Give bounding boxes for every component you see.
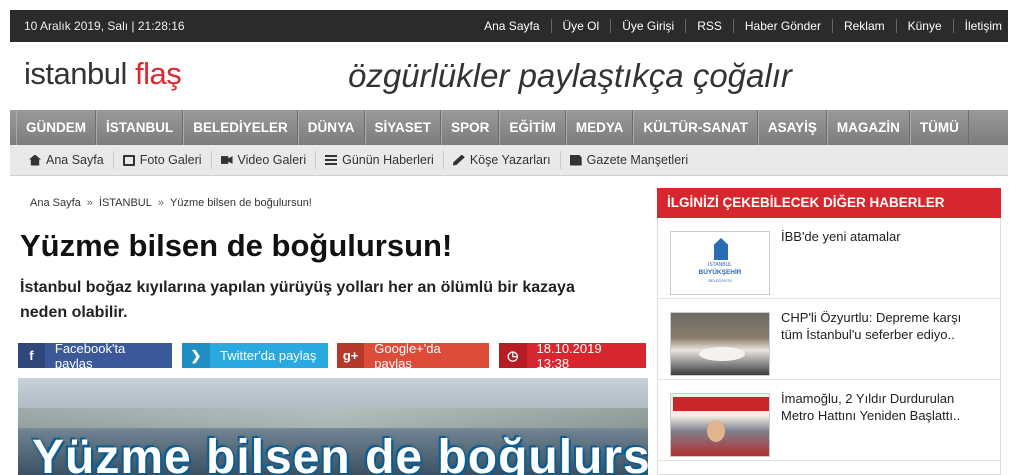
google-plus-share-button[interactable]: g+ Google+'da paylaş (337, 340, 489, 371)
pen-icon (452, 154, 465, 166)
breadcrumb-category[interactable]: İSTANBUL (99, 197, 152, 209)
nav-siyaset[interactable]: SİYASET (364, 110, 442, 145)
main-category-nav: GÜNDEM İSTANBUL BELEDİYELER DÜNYA SİYASE… (10, 110, 1008, 145)
top-link-contact[interactable]: İletişim (954, 19, 1008, 33)
subnav-columnists[interactable]: Köşe Yazarları (444, 151, 561, 169)
article-title: Yüzme bilsen de boğulursun! (20, 228, 453, 263)
twitter-share-button[interactable]: ❯ Twitter'da paylaş (182, 343, 328, 368)
nav-tumu[interactable]: TÜMÜ (909, 110, 969, 145)
related-news-item[interactable]: İSTANBUL BÜYÜKŞEHİR BELEDİYESİ İBB'de ye… (658, 218, 1000, 299)
nav-spor[interactable]: SPOR (441, 110, 500, 145)
top-link-send-news[interactable]: Haber Gönder (734, 19, 833, 33)
related-news-list: İSTANBUL BÜYÜKŞEHİR BELEDİYESİ İBB'de ye… (657, 218, 1001, 475)
nav-magazin[interactable]: MAGAZİN (826, 110, 910, 145)
subnav-columnists-label: Köşe Yazarları (469, 153, 551, 167)
ibb-logo-text-3: BELEDİYESİ (708, 278, 732, 283)
hero-shoreline (18, 408, 648, 428)
hero-image-caption: Yüzme bilsen de boğulursun! (32, 431, 648, 475)
site-logo[interactable]: istanbul flaş (24, 56, 182, 92)
article-summary: İstanbul boğaz kıyılarına yapılan yürüyü… (20, 279, 575, 321)
top-link-register[interactable]: Üye Ol (552, 19, 612, 33)
related-news-item[interactable]: CHP'li Özyurtlu: Depreme karşı tüm İstan… (658, 299, 1000, 380)
google-plus-icon: g+ (337, 343, 365, 368)
nav-kultur-sanat[interactable]: KÜLTÜR-SANAT (633, 110, 758, 145)
related-news-item[interactable]: İmamoğlu, 2 Yıldır Durdurulan Metro Hatt… (658, 380, 1000, 461)
thumbnail-table-shape (699, 347, 745, 361)
top-link-rss[interactable]: RSS (686, 19, 734, 33)
current-datetime: 10 Aralık 2019, Salı | 21:28:16 (24, 19, 185, 33)
twitter-share-label: Twitter'da paylaş (220, 348, 317, 363)
top-bar: 10 Aralık 2019, Salı | 21:28:16 Ana Sayf… (10, 10, 1008, 42)
news-thumbnail[interactable] (670, 312, 770, 376)
top-link-login[interactable]: Üye Girişi (611, 19, 687, 33)
subnav-video-gallery-label: Video Galeri (237, 153, 307, 167)
news-thumbnail[interactable]: İSTANBUL BÜYÜKŞEHİR BELEDİYESİ (670, 231, 770, 295)
nav-gundem[interactable]: GÜNDEM (16, 110, 96, 145)
nav-medya[interactable]: MEDYA (565, 110, 634, 145)
top-link-imprint[interactable]: Künye (897, 19, 954, 33)
photo-icon (122, 154, 135, 166)
nav-dunya[interactable]: DÜNYA (297, 110, 365, 145)
thumbnail-person-shape (707, 420, 725, 442)
nav-istanbul[interactable]: İSTANBUL (96, 110, 184, 145)
clock-icon: ◷ (499, 343, 527, 368)
subnav-headlines-label: Gazete Manşetleri (586, 153, 689, 167)
sub-nav: Ana Sayfa Foto Galeri Video Galeri Günün… (10, 145, 1008, 176)
nav-asayis[interactable]: ASAYİŞ (757, 110, 827, 145)
breadcrumb-separator: » (86, 197, 93, 209)
article-hero-image: Yüzme bilsen de boğulursun! (18, 378, 648, 475)
breadcrumb-separator: » (157, 197, 164, 209)
breadcrumb-current: Yüzme bilsen de boğulursun! (170, 197, 312, 209)
ibb-logo-icon (714, 238, 728, 260)
google-plus-share-label: Google+'da paylaş (374, 340, 441, 371)
facebook-icon: f (18, 343, 45, 368)
brand-row: istanbul flaş özgürlükler paylaştıkça ço… (10, 42, 1008, 110)
subnav-photo-gallery[interactable]: Foto Galeri (114, 151, 212, 169)
facebook-share-button[interactable]: f Facebook'ta paylaş (18, 340, 172, 371)
news-thumbnail[interactable] (670, 393, 770, 457)
related-news-sidebar: İLGİNİZİ ÇEKEBİLECEK DİĞER HABERLER İSTA… (657, 188, 1001, 475)
logo-text-flas: flaş (134, 56, 182, 91)
sidebar-title: İLGİNİZİ ÇEKEBİLECEK DİĞER HABERLER (657, 188, 1001, 218)
subnav-daily-news[interactable]: Günün Haberleri (316, 151, 444, 169)
related-news-title[interactable]: CHP'li Özyurtlu: Depreme karşı tüm İstan… (781, 309, 986, 343)
publish-date: 18.10.2019 13:38 (536, 340, 602, 371)
site-slogan: özgürlükler paylaştıkça çoğalır (348, 57, 792, 94)
thumbnail-banner-shape (673, 397, 769, 411)
subnav-home[interactable]: Ana Sayfa (20, 151, 114, 169)
top-link-home[interactable]: Ana Sayfa (473, 19, 552, 33)
subnav-video-gallery[interactable]: Video Galeri (212, 151, 317, 169)
list-icon (325, 154, 338, 166)
nav-belediyeler[interactable]: BELEDİYELER (183, 110, 298, 145)
video-icon (220, 156, 233, 164)
subnav-daily-news-label: Günün Haberleri (342, 153, 434, 167)
subnav-photo-gallery-label: Foto Galeri (139, 153, 202, 167)
related-news-title[interactable]: İmamoğlu, 2 Yıldır Durdurulan Metro Hatt… (781, 390, 986, 424)
breadcrumb-home[interactable]: Ana Sayfa (30, 197, 81, 209)
nav-egitim[interactable]: EĞİTİM (499, 110, 566, 145)
related-news-title[interactable]: İBB'de yeni atamalar (781, 228, 986, 245)
logo-text-istanbul: istanbul (24, 56, 135, 91)
ibb-logo-text-2: BÜYÜKŞEHİR (698, 269, 742, 276)
facebook-share-label: Facebook'ta paylaş (54, 340, 126, 371)
top-link-ads[interactable]: Reklam (833, 19, 897, 33)
ibb-logo-text-1: İSTANBUL (707, 262, 733, 268)
twitter-icon: ❯ (182, 343, 210, 368)
subnav-home-label: Ana Sayfa (46, 153, 104, 167)
top-nav: Ana Sayfa Üye Ol Üye Girişi RSS Haber Gö… (473, 10, 1008, 42)
newspaper-icon (569, 154, 582, 166)
home-icon (29, 154, 41, 166)
publish-date-badge: ◷ 18.10.2019 13:38 (499, 340, 646, 371)
breadcrumb: Ana Sayfa » İSTANBUL » Yüzme bilsen de b… (30, 197, 312, 209)
subnav-headlines[interactable]: Gazete Manşetleri (561, 151, 697, 169)
